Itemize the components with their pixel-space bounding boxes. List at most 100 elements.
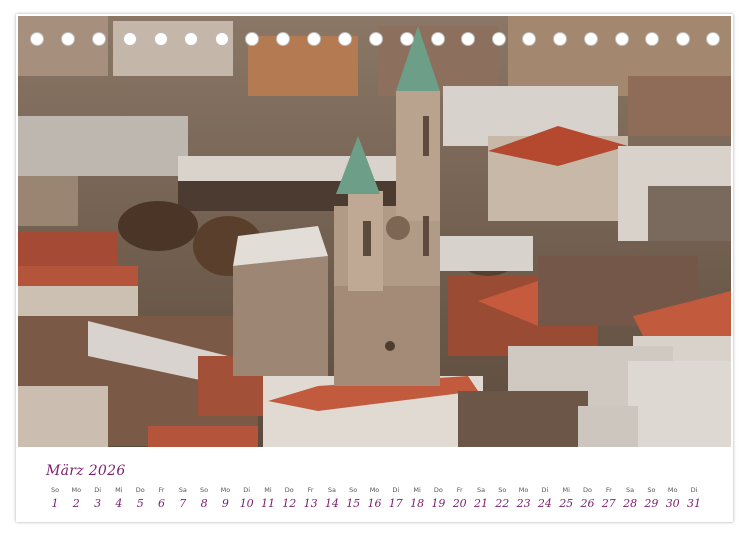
binding-hole bbox=[522, 32, 536, 46]
day-strip: So 1 Mo 2 Di 3 Mi 4 Do 5 Fr 6 Sa 7 So 8 Mo 9 Di 10… bbox=[44, 486, 714, 520]
weekday-label: Fr bbox=[307, 486, 314, 494]
weekday-label: Fr bbox=[456, 486, 463, 494]
day-number: 11 bbox=[261, 497, 275, 510]
weekday-label: Do bbox=[433, 486, 443, 494]
day-number: 23 bbox=[516, 497, 531, 510]
day-cell: Di 17 bbox=[385, 486, 407, 511]
day-cell: So 8 bbox=[193, 486, 215, 511]
day-cell: Fr 13 bbox=[300, 486, 322, 511]
day-cell: Di 10 bbox=[236, 486, 258, 511]
weekday-label: Di bbox=[392, 486, 400, 494]
day-number: 7 bbox=[179, 497, 187, 510]
day-number: 16 bbox=[367, 497, 382, 510]
binding-hole bbox=[706, 32, 720, 46]
weekday-label: Mo bbox=[667, 486, 678, 494]
weekday-label: So bbox=[50, 486, 60, 494]
day-number: 9 bbox=[221, 497, 229, 510]
weekday-label: Fr bbox=[605, 486, 612, 494]
weekday-label: Fr bbox=[158, 486, 165, 494]
day-number: 4 bbox=[115, 497, 123, 510]
spiral-binding bbox=[16, 32, 733, 48]
binding-hole bbox=[338, 32, 352, 46]
weekday-label: Mi bbox=[115, 486, 123, 494]
day-cell: So 29 bbox=[640, 486, 662, 511]
day-number: 10 bbox=[239, 497, 254, 510]
day-cell: Fr 20 bbox=[449, 486, 471, 511]
day-number: 20 bbox=[452, 497, 467, 510]
day-number: 21 bbox=[474, 497, 488, 510]
weekday-label: Mo bbox=[369, 486, 380, 494]
weekday-label: Mi bbox=[264, 486, 272, 494]
binding-hole bbox=[400, 32, 414, 46]
day-number: 17 bbox=[388, 497, 403, 510]
day-cell: Mo 16 bbox=[364, 486, 386, 511]
day-cell: Di 3 bbox=[87, 486, 109, 511]
weekday-label: Mo bbox=[71, 486, 82, 494]
city-aerial-photo bbox=[18, 16, 731, 447]
weekday-label: Sa bbox=[476, 486, 486, 494]
binding-hole bbox=[645, 32, 659, 46]
day-number: 15 bbox=[346, 497, 361, 510]
binding-hole bbox=[30, 32, 44, 46]
weekday-label: So bbox=[349, 486, 358, 494]
binding-hole bbox=[184, 32, 198, 46]
binding-hole bbox=[676, 32, 690, 46]
day-number: 8 bbox=[200, 497, 208, 510]
weekday-label: Di bbox=[94, 486, 101, 494]
weekday-label: Sa bbox=[178, 486, 187, 494]
day-cell: So 15 bbox=[342, 486, 364, 511]
day-cell: So 22 bbox=[491, 486, 513, 511]
day-number: 18 bbox=[410, 497, 425, 510]
weekday-label: Mi bbox=[413, 486, 421, 494]
binding-hole bbox=[154, 32, 168, 46]
calendar-page: März 2026 So 1 Mo 2 Di 3 Mi 4 Do 5 Fr 6 Sa 7 So… bbox=[16, 14, 733, 522]
day-number: 5 bbox=[136, 497, 144, 510]
day-number: 22 bbox=[495, 497, 510, 510]
day-cell: Do 12 bbox=[278, 486, 300, 511]
weekday-label: Do bbox=[284, 486, 294, 494]
binding-hole bbox=[245, 32, 259, 46]
day-number: 14 bbox=[324, 497, 339, 510]
weekday-label: So bbox=[200, 486, 209, 494]
day-number: 25 bbox=[559, 497, 574, 510]
day-number: 1 bbox=[51, 497, 59, 510]
day-number: 29 bbox=[644, 497, 659, 510]
day-number: 6 bbox=[158, 497, 165, 510]
weekday-label: Di bbox=[690, 486, 698, 494]
day-cell: Do 19 bbox=[427, 486, 449, 511]
weekday-label: Mo bbox=[220, 486, 231, 494]
weekday-label: So bbox=[498, 486, 507, 494]
weekday-label: So bbox=[647, 486, 656, 494]
day-number: 30 bbox=[665, 497, 680, 510]
binding-hole bbox=[92, 32, 106, 46]
day-cell: Do 26 bbox=[577, 486, 599, 511]
weekday-label: Di bbox=[541, 486, 549, 494]
binding-hole bbox=[307, 32, 321, 46]
day-cell: Sa 21 bbox=[470, 486, 492, 511]
day-cell: Mi 4 bbox=[108, 486, 130, 511]
day-cell: Sa 28 bbox=[619, 486, 641, 511]
binding-hole bbox=[461, 32, 475, 46]
day-cell: Do 5 bbox=[129, 486, 151, 511]
day-number: 24 bbox=[537, 497, 552, 510]
binding-hole bbox=[123, 32, 137, 46]
day-cell: Mi 25 bbox=[555, 486, 577, 511]
weekday-label: Sa bbox=[626, 486, 635, 494]
day-cell: So 1 bbox=[44, 486, 66, 511]
church-city-illustration bbox=[18, 16, 731, 447]
day-cell: Di 24 bbox=[534, 486, 556, 511]
day-cell: Mo 23 bbox=[513, 486, 535, 511]
weekday-label: Do bbox=[135, 486, 145, 494]
day-number: 12 bbox=[282, 497, 297, 510]
binding-hole bbox=[61, 32, 75, 46]
day-number: 31 bbox=[687, 497, 701, 510]
binding-hole bbox=[369, 32, 383, 46]
day-cell: Mi 11 bbox=[257, 486, 279, 511]
day-number: 28 bbox=[623, 497, 638, 510]
day-number: 13 bbox=[303, 497, 318, 510]
day-cell: Sa 14 bbox=[321, 486, 343, 511]
weekday-label: Mi bbox=[562, 486, 570, 494]
day-cell: Mo 9 bbox=[214, 486, 236, 511]
weekday-label: Sa bbox=[327, 486, 336, 494]
day-number: 19 bbox=[431, 497, 446, 510]
